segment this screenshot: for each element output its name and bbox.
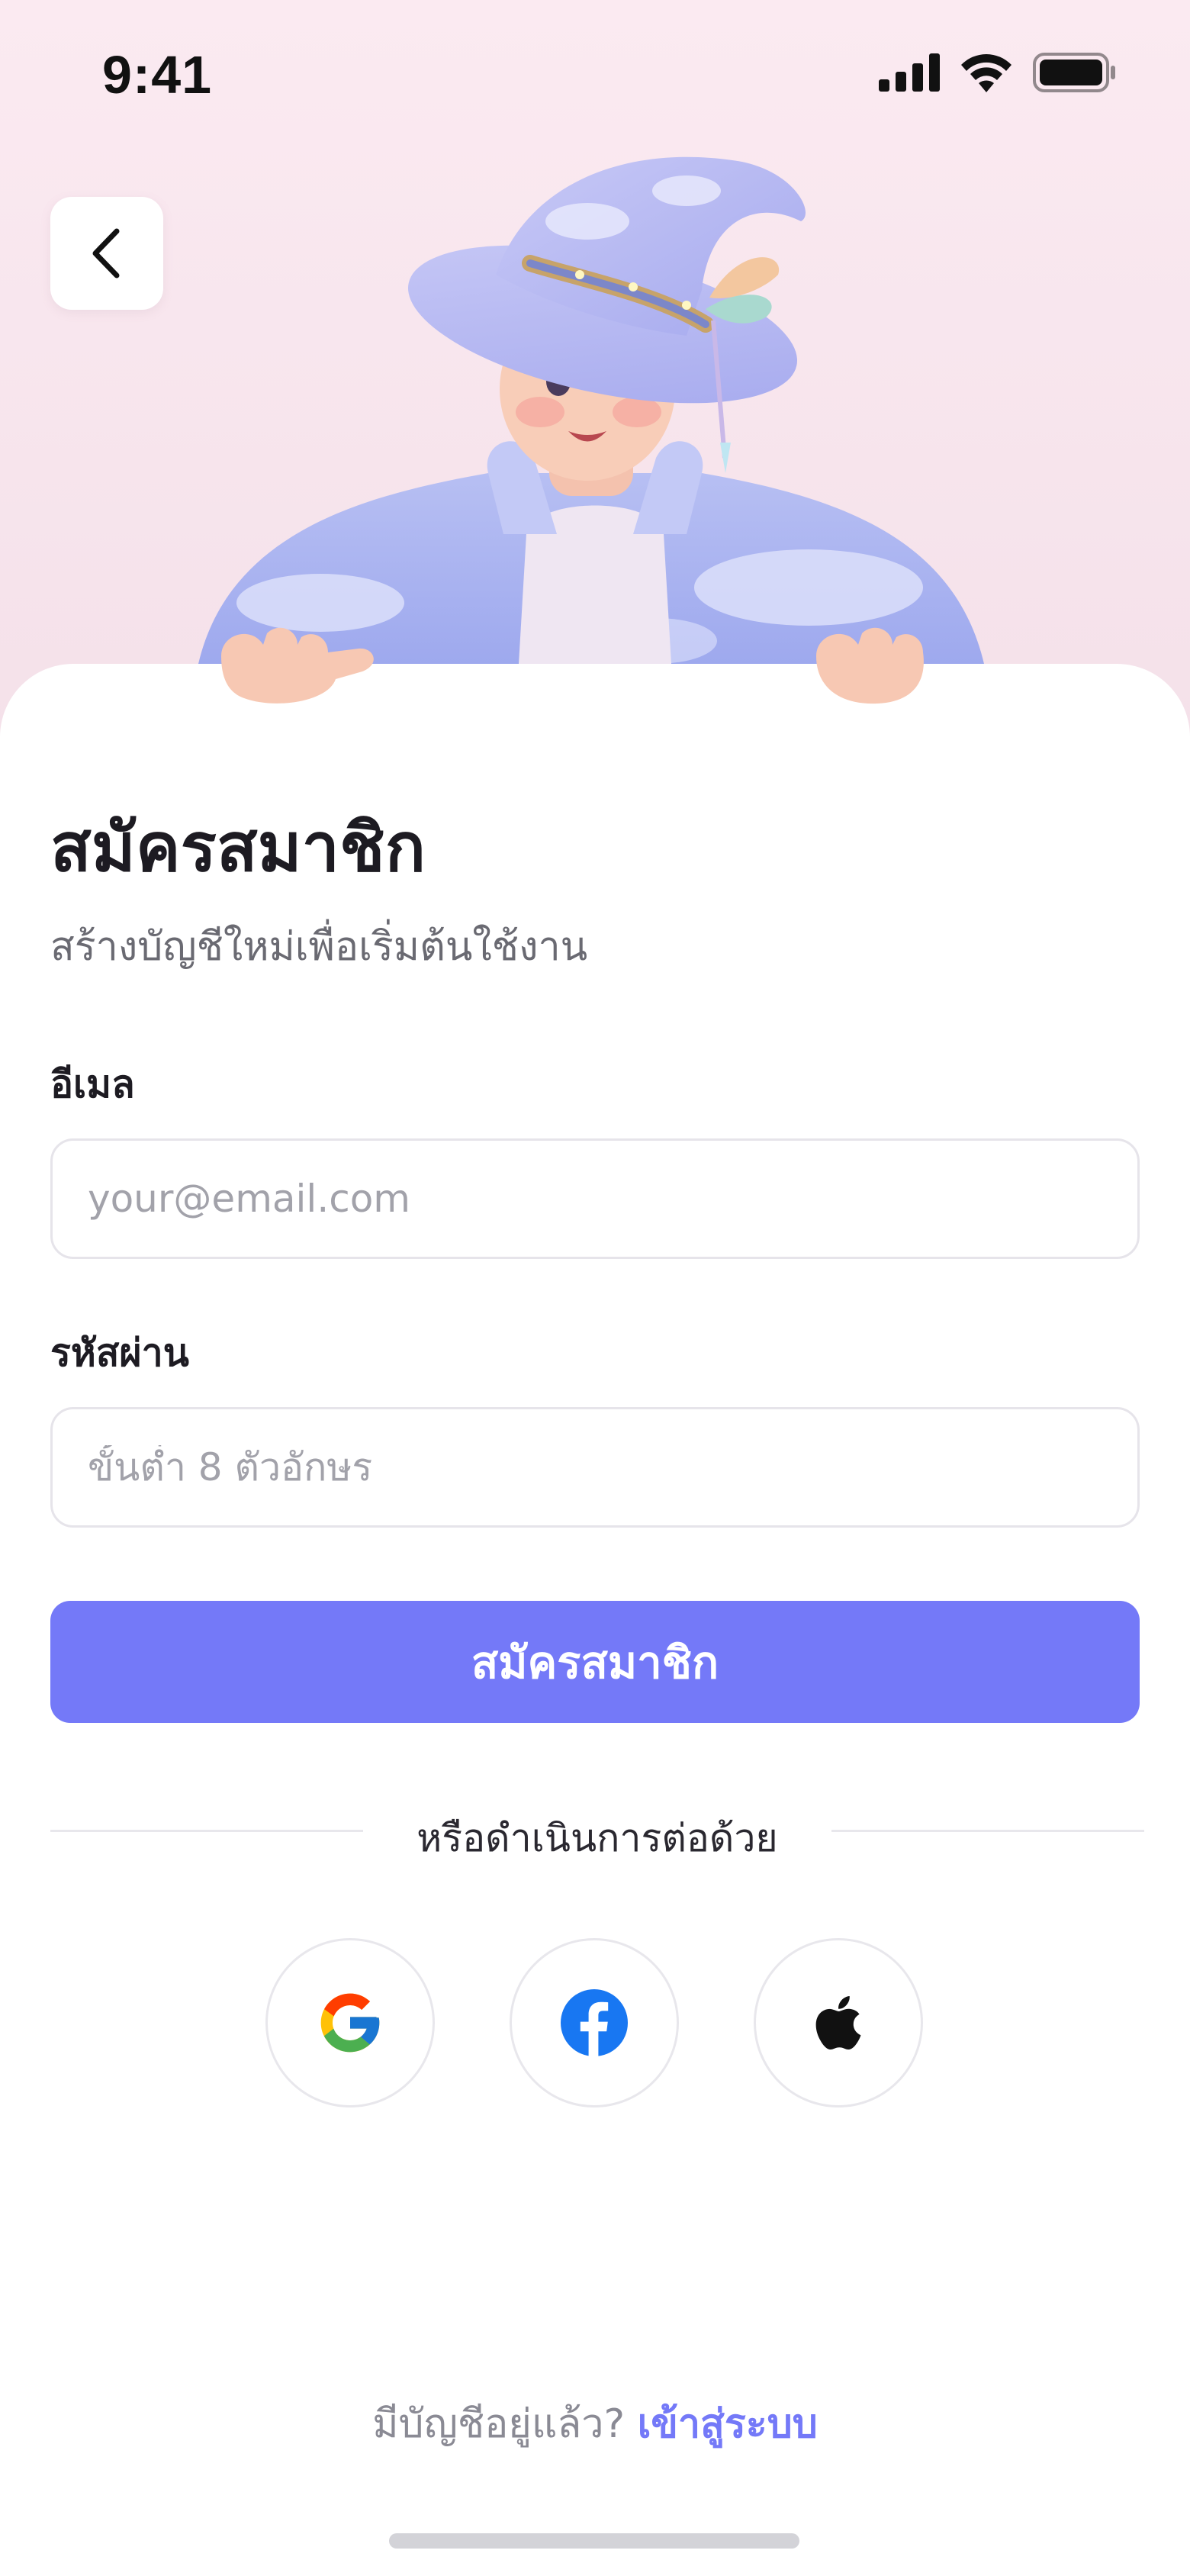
wizard-character-illustration	[198, 156, 984, 664]
google-login-button[interactable]	[265, 1938, 435, 2107]
back-button[interactable]	[50, 197, 163, 310]
battery-icon	[1033, 53, 1115, 92]
or-divider: หรือดำเนินการต่อด้วย	[50, 1801, 1144, 1862]
page-subtitle: สร้างบัญชีใหม่เพื่อเริ่มต้นใช้งาน	[50, 924, 588, 970]
divider-line-right	[831, 1830, 1144, 1832]
password-label: รหัสผ่าน	[50, 1331, 189, 1375]
password-input[interactable]	[88, 1445, 1137, 1489]
login-prompt-text: มีบัญชีอยู่แล้ว?	[372, 2401, 626, 2447]
cellular-signal-icon	[879, 53, 940, 92]
apple-login-button[interactable]	[754, 1938, 923, 2107]
status-bar: 9:41	[0, 0, 1190, 153]
wifi-icon	[961, 54, 1011, 92]
email-input[interactable]	[88, 1177, 1137, 1221]
google-icon	[320, 1993, 380, 2053]
email-label: อีเมล	[50, 1062, 135, 1106]
facebook-login-button[interactable]	[510, 1938, 679, 2107]
login-prompt: มีบัญชีอยู่แล้ว? เข้าสู่ระบบ	[0, 2391, 1190, 2455]
password-field-container	[50, 1407, 1140, 1528]
apple-icon	[815, 1996, 861, 2050]
signup-screen: 9:41 สมัครสมาชิก สร้างบัญชีใหม่เพื่อเริ่…	[0, 0, 1190, 2576]
signup-button[interactable]: สมัครสมาชิก	[50, 1601, 1140, 1723]
chevron-left-icon	[92, 228, 120, 279]
status-time: 9:41	[102, 45, 213, 105]
divider-text: หรือดำเนินการต่อด้วย	[416, 1816, 778, 1860]
login-link[interactable]: เข้าสู่ระบบ	[638, 2401, 818, 2447]
facebook-icon	[561, 1989, 628, 2056]
status-icons	[879, 52, 1117, 93]
home-indicator	[389, 2533, 799, 2549]
page-title: สมัครสมาชิก	[50, 808, 426, 887]
email-field-container	[50, 1138, 1140, 1259]
